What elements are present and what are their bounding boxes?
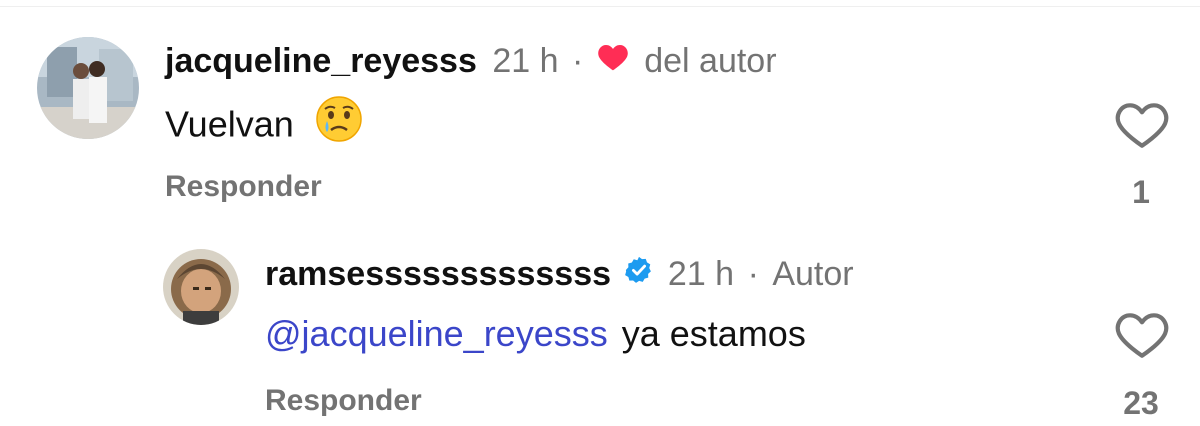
crying-face-emoji [314, 94, 364, 154]
username[interactable]: jacqueline_reyesss [165, 42, 477, 80]
reply-text-content: ya estamos [621, 313, 806, 354]
like-count: 23 [1123, 385, 1159, 421]
like-button[interactable] [1112, 98, 1172, 150]
verified-badge-icon [624, 254, 654, 294]
reply-text: @jacqueline_reyesss ya estamos [265, 312, 806, 356]
comment-text: Vuelvan [165, 96, 364, 154]
username[interactable]: ramsesssssssssssss [265, 255, 611, 293]
separator: · [571, 42, 584, 80]
heart-filled-icon [597, 41, 629, 81]
heart-outline-icon [1115, 103, 1169, 148]
avatar[interactable] [37, 37, 139, 139]
like-button[interactable] [1112, 308, 1172, 360]
avatar[interactable] [163, 249, 239, 325]
reply-header: ramsesssssssssssss 21 h · Autor [265, 254, 854, 294]
comment-header: jacqueline_reyesss 21 h · del autor [165, 41, 777, 81]
mention-link[interactable]: @jacqueline_reyesss [265, 313, 608, 354]
like-count: 1 [1132, 174, 1150, 210]
reply-button[interactable]: Responder [265, 383, 422, 419]
separator: · [747, 255, 759, 293]
comment-text-content: Vuelvan [165, 103, 294, 145]
liked-by-author-label: del autor [644, 42, 777, 80]
reply-time: 21 h [667, 255, 735, 293]
avatar-image [37, 37, 139, 139]
heart-outline-icon [1115, 313, 1169, 358]
reply-button[interactable]: Responder [165, 169, 322, 205]
avatar-image [163, 249, 239, 325]
comment-time: 21 h [492, 42, 559, 80]
author-badge: Autor [772, 255, 854, 293]
top-divider [0, 6, 1200, 7]
